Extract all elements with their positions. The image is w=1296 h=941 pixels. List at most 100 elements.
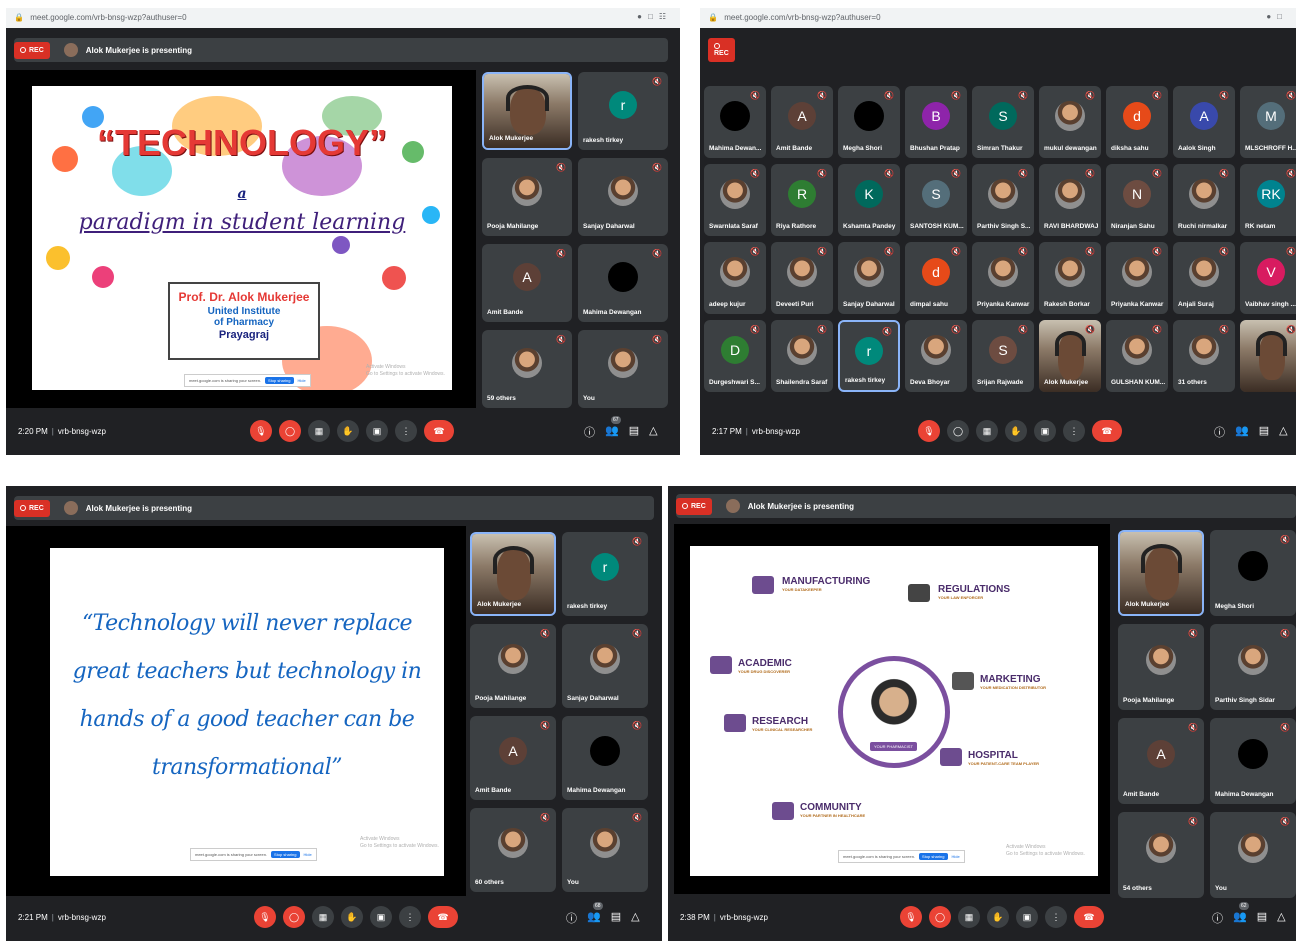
info-icon[interactable]: ⓘ (1214, 424, 1225, 440)
participant-tile-60-others[interactable]: 🔇 60 others (470, 808, 556, 892)
leave-call-button[interactable]: ☎ (428, 906, 458, 928)
participant-tile-alok-mukerjee[interactable]: Alok Mukerjee (482, 72, 572, 150)
activities-icon[interactable]: △ (649, 424, 657, 440)
participant-tile-rakesh-borkar[interactable]: 🔇 Rakesh Borkar (1039, 242, 1101, 314)
camera-off-button[interactable]: ◯ (279, 420, 301, 442)
camera-off-button[interactable]: ◯ (929, 906, 951, 928)
leave-call-button[interactable]: ☎ (1074, 906, 1104, 928)
present-button[interactable]: ▣ (1034, 420, 1056, 442)
participant-tile-santosh-kum[interactable]: S 🔇 SANTOSH KUM... (905, 164, 967, 236)
participant-tile-durgeshwari-s[interactable]: D 🔇 Durgeshwari S... (704, 320, 766, 392)
participant-tile-alok-mukerjee[interactable]: 🔇 Alok Mukerjee (1039, 320, 1101, 392)
participant-tile-amit-bande[interactable]: A 🔇 Amit Bande (771, 86, 833, 158)
participant-tile-sanjay-daharwal[interactable]: 🔇 Sanjay Daharwal (562, 624, 648, 708)
participant-tile-gulshan-kum[interactable]: 🔇 GULSHAN KUM... (1106, 320, 1168, 392)
participant-tile-sanjay-daharwal[interactable]: 🔇 Sanjay Daharwal (838, 242, 900, 314)
activities-icon[interactable]: △ (1279, 424, 1287, 440)
more-options-button[interactable]: ⋮ (1063, 420, 1085, 442)
participant-tile-dimpal-sahu[interactable]: d 🔇 dimpal sahu (905, 242, 967, 314)
info-icon[interactable]: ⓘ (584, 424, 595, 440)
participant-tile-shailendra-saraf[interactable]: 🔇 Shailendra Saraf (771, 320, 833, 392)
participant-tile-deveeti-puri[interactable]: 🔇 Deveeti Puri (771, 242, 833, 314)
participant-tile-rk-netam[interactable]: RK 🔇 RK netam (1240, 164, 1296, 236)
participant-tile-pooja-mahilange[interactable]: 🔇 Pooja Mahilange (470, 624, 556, 708)
more-options-button[interactable]: ⋮ (395, 420, 417, 442)
more-options-button[interactable]: ⋮ (399, 906, 421, 928)
info-icon[interactable]: ⓘ (566, 910, 577, 926)
url-bar[interactable]: 🔒 meet.google.com/vrb-bnsg-wzp?authuser=… (6, 8, 680, 28)
stop-sharing-button[interactable]: Stop sharing (919, 853, 948, 860)
participant-tile-you[interactable]: 🔇 You (578, 330, 668, 408)
people-icon[interactable]: 👥 67 (605, 416, 621, 440)
browser-icons[interactable]: ●□ (1266, 12, 1288, 21)
hide-button[interactable]: Hide (952, 854, 960, 859)
participant-tile-alok-mukerjee[interactable]: Alok Mukerjee (1118, 530, 1204, 616)
leave-call-button[interactable]: ☎ (1092, 420, 1122, 442)
participant-tile-amit-bande[interactable]: A 🔇 Amit Bande (470, 716, 556, 800)
activities-icon[interactable]: △ (1277, 910, 1285, 926)
participant-tile-deva-bhoyar[interactable]: 🔇 Deva Bhoyar (905, 320, 967, 392)
chat-icon[interactable]: ▤ (1257, 910, 1267, 926)
participant-tile-rakesh-tirkey[interactable]: r 🔇 rakesh tirkey (562, 532, 648, 616)
participant-tile-participant[interactable]: 🔇 (1240, 320, 1296, 392)
camera-off-button[interactable]: ◯ (283, 906, 305, 928)
participant-tile-niranjan-sahu[interactable]: N 🔇 Niranjan Sahu (1106, 164, 1168, 236)
participant-tile-vaibhav-singh[interactable]: V 🔇 Vaibhav singh ... (1240, 242, 1296, 314)
participant-tile-parthiv-singh-s[interactable]: 🔇 Parthiv Singh S... (972, 164, 1034, 236)
participant-tile-amit-bande[interactable]: A 🔇 Amit Bande (1118, 718, 1204, 804)
participant-tile-diksha-sahu[interactable]: d 🔇 diksha sahu (1106, 86, 1168, 158)
more-options-button[interactable]: ⋮ (1045, 906, 1067, 928)
present-button[interactable]: ▣ (1016, 906, 1038, 928)
camera-button[interactable]: ◯ (947, 420, 969, 442)
chat-icon[interactable]: ▤ (1259, 424, 1269, 440)
people-icon[interactable]: 👥 62 (1233, 902, 1249, 926)
chat-icon[interactable]: ▤ (611, 910, 621, 926)
participant-tile-sanjay-daharwal[interactable]: 🔇 Sanjay Daharwal (578, 158, 668, 236)
participant-tile-parthiv-singh-sidar[interactable]: 🔇 Parthiv Singh Sidar (1210, 624, 1296, 710)
participant-tile-you[interactable]: 🔇 You (562, 808, 648, 892)
participant-tile-rakesh-tirkey[interactable]: r 🔇 rakesh tirkey (578, 72, 668, 150)
mic-off-button[interactable]: 🎙 (254, 906, 276, 928)
participant-tile-59-others[interactable]: 🔇 59 others (482, 330, 572, 408)
participant-tile-mahima-dewangan[interactable]: 🔇 Mahima Dewangan (1210, 718, 1296, 804)
browser-icons[interactable]: ●□☷ (637, 12, 672, 21)
participant-tile-31-others[interactable]: 🔇 31 others (1173, 320, 1235, 392)
participant-tile-priyanka-kanwar[interactable]: 🔇 Priyanka Kanwar (972, 242, 1034, 314)
participant-tile-pooja-mahilange[interactable]: 🔇 Pooja Mahilange (482, 158, 572, 236)
participant-tile-megha-shori[interactable]: 🔇 Megha Shori (1210, 530, 1296, 616)
participant-tile-aalok-singh[interactable]: A 🔇 Aalok Singh (1173, 86, 1235, 158)
participant-tile-anjali-suraj[interactable]: 🔇 Anjali Suraj (1173, 242, 1235, 314)
raise-hand-button[interactable]: ✋ (987, 906, 1009, 928)
participant-tile-bhushan-pratap[interactable]: B 🔇 Bhushan Pratap (905, 86, 967, 158)
participant-tile-simran-thakur[interactable]: S 🔇 Simran Thakur (972, 86, 1034, 158)
participant-tile-megha-shori[interactable]: 🔇 Megha Shori (838, 86, 900, 158)
participant-tile-alok-mukerjee[interactable]: Alok Mukerjee (470, 532, 556, 616)
captions-button[interactable]: ▦ (976, 420, 998, 442)
stop-sharing-button[interactable]: Stop sharing (265, 377, 294, 384)
people-icon[interactable]: 👥 68 (587, 902, 603, 926)
captions-button[interactable]: ▦ (958, 906, 980, 928)
raise-hand-button[interactable]: ✋ (337, 420, 359, 442)
present-button[interactable]: ▣ (366, 420, 388, 442)
participant-tile-adeep-kujur[interactable]: 🔇 adeep kujur (704, 242, 766, 314)
leave-call-button[interactable]: ☎ (424, 420, 454, 442)
participant-tile-you[interactable]: 🔇 You (1210, 812, 1296, 898)
captions-button[interactable]: ▦ (312, 906, 334, 928)
participant-tile-mahima-dewangan[interactable]: 🔇 Mahima Dewangan (562, 716, 648, 800)
mic-off-button[interactable]: 🎙 (900, 906, 922, 928)
participant-tile-priyanka-kanwar[interactable]: 🔇 Priyanka Kanwar (1106, 242, 1168, 314)
people-icon[interactable]: 👥 (1235, 424, 1249, 440)
activities-icon[interactable]: △ (631, 910, 639, 926)
participant-tile-54-others[interactable]: 🔇 54 others (1118, 812, 1204, 898)
hide-button[interactable]: Hide (298, 378, 306, 383)
participant-tile-swarnlata-saraf[interactable]: 🔇 Swarnlata Saraf (704, 164, 766, 236)
participant-tile-amit-bande[interactable]: A 🔇 Amit Bande (482, 244, 572, 322)
mic-off-button[interactable]: 🎙 (918, 420, 940, 442)
raise-hand-button[interactable]: ✋ (1005, 420, 1027, 442)
participant-tile-mukul-dewangan[interactable]: 🔇 mukul dewangan (1039, 86, 1101, 158)
participant-tile-ruchi-nirmalkar[interactable]: 🔇 Ruchi nirmalkar (1173, 164, 1235, 236)
participant-tile-kshamta-pandey[interactable]: K 🔇 Kshamta Pandey (838, 164, 900, 236)
raise-hand-button[interactable]: ✋ (341, 906, 363, 928)
chat-icon[interactable]: ▤ (629, 424, 639, 440)
stop-sharing-button[interactable]: Stop sharing (271, 851, 300, 858)
